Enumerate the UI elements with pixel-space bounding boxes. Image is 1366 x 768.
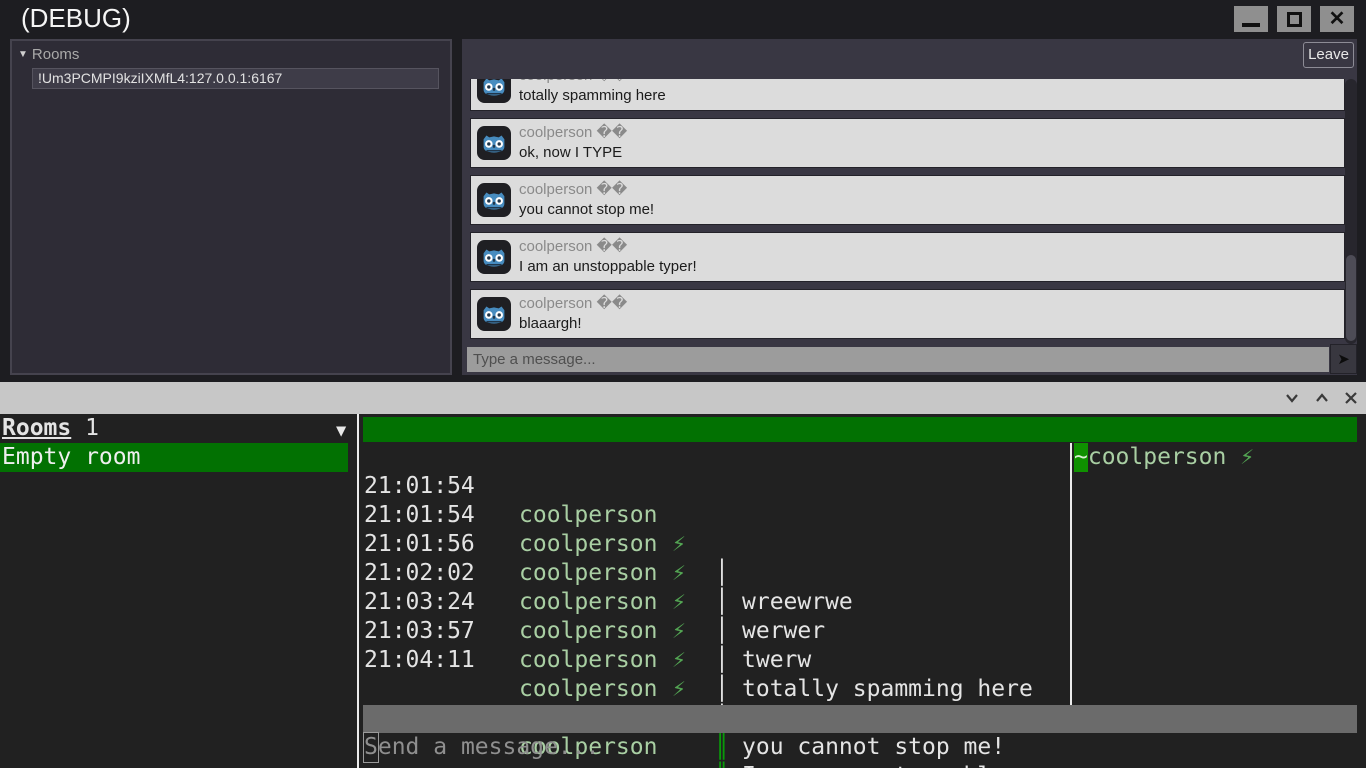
rooms-tree-panel: ▼ Rooms !Um3PCMPI9kziIXMfL4:127.0.0.1:61… [10,39,452,375]
message-list: coolperson �� totally spamming here cool… [470,79,1345,344]
message-text: I am an unstoppable typer! [519,258,697,275]
message-text: totally spamming here [519,87,666,104]
room-list-dropdown-icon[interactable]: ▼ [336,419,346,443]
chevron-down-icon[interactable] [1284,390,1300,406]
message-sender: coolperson �� [519,238,628,255]
terminal-rooms-header: Rooms 1 [2,414,99,443]
close-button[interactable]: ✕ [1320,6,1354,32]
message-sender: coolperson �� [519,295,628,312]
message-text: you cannot stop me! [519,201,655,218]
message-card[interactable]: coolperson �� I am an unstoppable typer! [470,232,1345,282]
message-text: ok, now I TYPE [519,144,623,161]
message-sender: coolperson �� [519,181,628,198]
input-placeholder: end a message... [377,734,600,760]
chevron-up-icon[interactable] [1314,390,1330,406]
panel-close-icon[interactable] [1343,390,1359,406]
chat-panel: Leave coolperson �� totally spamming her… [462,39,1357,375]
member-list-divider [1070,443,1072,705]
lightning-icon: ⚡ [672,762,686,768]
rooms-tree-header[interactable]: ▼ Rooms [18,46,79,63]
member-name: coolperson [1087,444,1227,470]
terminal-rooms-count: 1 [71,415,99,441]
godot-avatar-icon [477,79,511,103]
chat-scrollbar[interactable] [1345,79,1357,344]
terminal-message-row[interactable]: 21:01:54 coolperson ⚡ │ wreewrwe [363,443,1093,615]
godot-avatar-icon [477,240,511,274]
chat-message-input[interactable]: Type a message... [467,347,1329,372]
terminal-message-row[interactable]: 21:03:24 coolperson ⚡ │ ok, now I TYPE [363,559,1093,731]
message-card[interactable]: coolperson �� totally spamming here [470,79,1345,111]
lightning-icon: ⚡ [1226,444,1255,470]
bottom-panel-header [0,382,1366,414]
member-list-item[interactable]: ~coolperson ⚡ [1074,443,1254,472]
maximize-icon [1286,11,1302,27]
godot-avatar-icon [477,183,511,217]
rooms-tree-label: Rooms [31,46,80,63]
terminal-rooms-label: Rooms [2,415,72,441]
room-tree-item[interactable]: !Um3PCMPI9kziIXMfL4:127.0.0.1:6167 [32,68,439,89]
close-icon: ✕ [1328,8,1346,30]
window-title: (DEBUG) [21,3,131,33]
maximize-button[interactable] [1277,6,1311,32]
chat-scrollbar-thumb[interactable] [1346,255,1356,341]
member-power-prefix: ~ [1074,443,1088,472]
send-icon: ➤ [1337,351,1350,368]
terminal-message-row[interactable]: 21:02:02 coolperson ⚡ │ totally spamming… [363,530,1093,702]
send-button[interactable]: ➤ [1330,344,1357,374]
message-text: you cannot stop me! [742,734,1006,760]
room-topic-bar [363,417,1357,442]
leave-button[interactable]: Leave [1303,42,1354,68]
terminal-message-row[interactable]: 21:01:54 coolperson ⚡ │ werwer [363,472,1093,644]
terminal-room-list: Rooms 1 ▼ Empty room [0,414,357,768]
terminal-panel: Rooms 1 ▼ Empty room 21:01:54 coolperson… [0,414,1366,768]
text-cursor: S [363,732,379,763]
terminal-message-row[interactable]: ║ typer! [363,646,1093,768]
message-card[interactable]: coolperson �� you cannot stop me! [470,175,1345,225]
terminal-message-input[interactable]: Send a message... [363,732,600,763]
terminal-message-row[interactable]: 21:01:56 coolperson ⚡ │ twerw [363,501,1093,673]
room-list-item-selected[interactable]: Empty room [0,443,348,472]
godot-avatar-icon [477,297,511,331]
message-card[interactable]: coolperson �� blaaargh! [470,289,1345,339]
debug-window: (DEBUG) ✕ ▼ Rooms !Um3PCMPI9kziIXMfL4:12… [0,0,1366,768]
column-divider [357,414,359,768]
message-sender: coolperson �� [519,79,627,84]
terminal-message-row[interactable]: 21:07:38 coolperson ⚡ ╨ blaaargh! [363,675,1093,768]
title-bar: (DEBUG) ✕ [0,0,1366,37]
message-card[interactable]: coolperson �� ok, now I TYPE [470,118,1345,168]
terminal-message-row[interactable]: 21:04:11 coolperson ⚡ ║ I am an unstoppa… [363,617,1093,768]
terminal-message-row[interactable]: 21:03:57 coolperson ⚡ │ you cannot stop … [363,588,1093,760]
minimize-icon [1242,23,1260,27]
message-sender: coolperson �� [519,124,628,141]
message-text: blaaargh! [519,315,582,332]
terminal-status-bar [363,705,1357,733]
tree-collapse-icon[interactable]: ▼ [18,49,28,60]
godot-avatar-icon [477,126,511,160]
row-divider: ║ [715,762,729,768]
terminal-message-area: 21:01:54 coolperson ⚡ │ wreewrwe 21:01:5… [363,414,1357,768]
row-divider: ║ [715,734,729,760]
minimize-button[interactable] [1234,6,1268,32]
message-text: I am an unstoppable [742,762,1005,768]
